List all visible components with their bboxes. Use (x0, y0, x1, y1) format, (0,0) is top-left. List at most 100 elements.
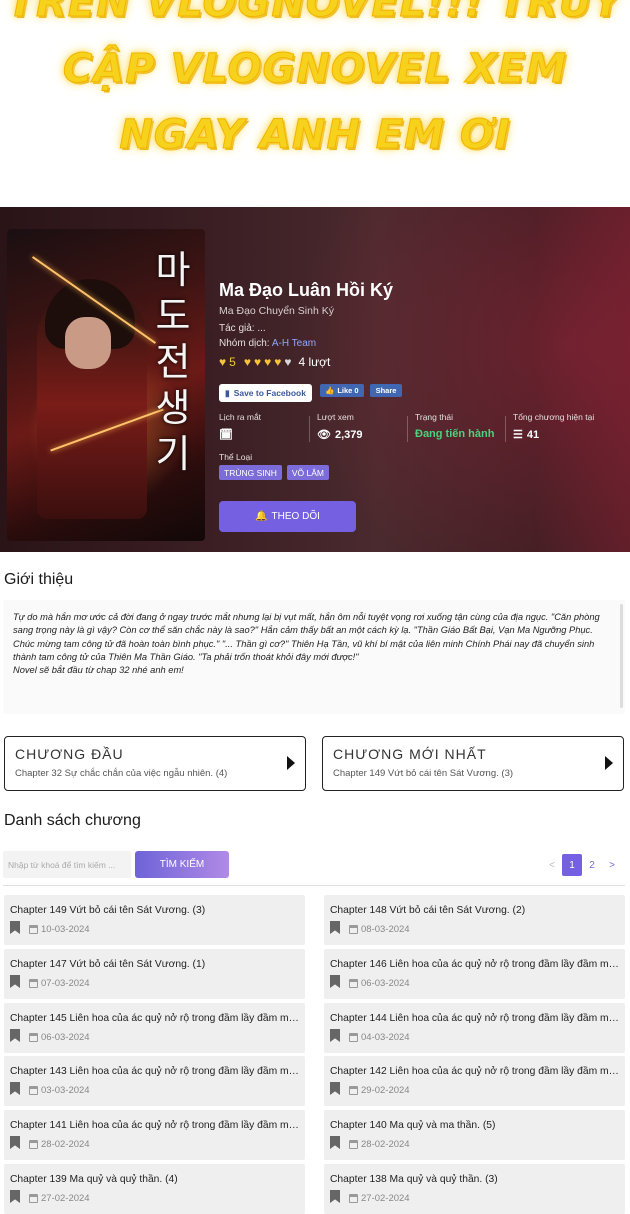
chapter-search-input[interactable] (3, 851, 131, 878)
chapter-date: 28-02-2024 (361, 1139, 410, 1150)
chapter-item[interactable]: Chapter 141 Liên hoa của ác quỷ nở rộ tr… (4, 1110, 305, 1160)
rating-heart-3[interactable]: ♥ (264, 355, 271, 369)
arrow-right-icon (605, 756, 613, 770)
views-value: 2,379 (334, 428, 363, 441)
group-link[interactable]: A-H Team (272, 338, 316, 349)
chapter-item[interactable]: Chapter 142 Liên hoa của ác quỷ nở rộ tr… (324, 1056, 625, 1106)
facebook-like-button[interactable]: 👍 Like 0 (319, 384, 364, 397)
calendar-icon (29, 979, 38, 988)
cover-image[interactable]: 마도전생기 (7, 229, 205, 541)
calendar-icon (349, 1194, 358, 1203)
chapter-date: 10-03-2024 (41, 924, 90, 935)
bookmark-icon[interactable] (330, 1190, 340, 1203)
rating-heart-4[interactable]: ♥ (274, 355, 281, 369)
pagination-page-1[interactable]: 1 (562, 854, 582, 876)
group-label: Nhóm dịch: (219, 338, 270, 349)
rating-heart-2[interactable]: ♥ (254, 355, 261, 369)
pagination-page-2[interactable]: 2 (582, 854, 602, 876)
chapter-item[interactable]: Chapter 148 Vứt bỏ cái tên Sát Vương. (2… (324, 895, 625, 945)
author-line: Tác giả: ... (219, 323, 266, 334)
rating-score: 5 (229, 355, 236, 369)
calendar-icon (349, 1033, 358, 1042)
chapter-date: 07-03-2024 (41, 978, 90, 989)
chapter-item[interactable]: Chapter 139 Ma quỷ và quỷ thần. (4) 27-0… (4, 1164, 305, 1214)
bell-icon: 🔔 (255, 511, 268, 522)
bookmark-icon[interactable] (330, 975, 340, 988)
latest-chapter-title: Chapter 149 Vứt bỏ cái tên Sát Vương. (3… (333, 768, 514, 779)
calendar-icon (349, 1086, 358, 1095)
chapter-date: 29-02-2024 (361, 1085, 410, 1096)
manga-info: Ma Đạo Luân Hồi Ký Ma Đạo Chuyển Sinh Ký… (219, 207, 624, 552)
chapter-date: 04-03-2024 (361, 1032, 410, 1043)
manga-alt-title: Ma Đạo Chuyển Sinh Ký (219, 305, 334, 317)
chapter-date: 06-03-2024 (361, 978, 410, 989)
bookmark-icon[interactable] (10, 1190, 20, 1203)
intro-heading: Giới thiệu (4, 571, 74, 588)
pagination-next[interactable]: > (602, 854, 622, 876)
rating-heart-1[interactable]: ♥ (244, 355, 251, 369)
facebook-share-button[interactable]: Share (369, 384, 403, 397)
social-buttons: ▮ Save to Facebook 👍 Like 0 Share (219, 384, 403, 402)
chapter-list-heading: Danh sách chương (4, 812, 141, 829)
genre-tag[interactable]: VÕ LÂM (286, 465, 330, 480)
calendar-icon (29, 1194, 38, 1203)
follow-button[interactable]: 🔔 THEO DÕI (219, 501, 356, 532)
save-to-facebook-button[interactable]: ▮ Save to Facebook (219, 384, 312, 402)
search-button[interactable]: TÌM KIẾM (135, 851, 229, 878)
promo-line-3: NGAY ANH EM ƠI (119, 112, 511, 159)
bookmark-icon[interactable] (10, 921, 20, 934)
chapter-item[interactable]: Chapter 146 Liên hoa của ác quỷ nở rộ tr… (324, 949, 625, 999)
chapter-title: Chapter 143 Liên hoa của ác quỷ nở rộ tr… (10, 1066, 300, 1077)
bookmark-icon[interactable] (10, 975, 20, 988)
chapter-title: Chapter 140 Ma quỷ và ma thần. (5) (330, 1120, 496, 1131)
first-chapter-button[interactable]: CHƯƠNG ĐẦU Chapter 32 Sự chắc chắn của v… (4, 736, 306, 791)
promo-line-2: CẬP VLOGNOVEL XEM (62, 46, 568, 93)
manga-hero: 마도전생기 Ma Đạo Luân Hồi Ký Ma Đạo Chuyển S… (0, 207, 630, 552)
bookmark-icon[interactable] (10, 1029, 20, 1042)
chapter-item[interactable]: Chapter 149 Vứt bỏ cái tên Sát Vương. (3… (4, 895, 305, 945)
eye-icon: 👁 (317, 429, 331, 441)
genre-tag[interactable]: TRÙNG SINH (219, 465, 282, 480)
chapter-date: 03-03-2024 (41, 1085, 90, 1096)
genre-label: Thể Loại (219, 452, 253, 462)
bookmark-icon[interactable] (330, 1029, 340, 1042)
intro-scrollbar[interactable] (620, 604, 623, 708)
chapter-item[interactable]: Chapter 145 Liên hoa của ác quỷ nở rộ tr… (4, 1003, 305, 1053)
total-chapters-label: Tổng chương hiện tại (513, 412, 595, 422)
first-chapter-title: Chapter 32 Sự chắc chắn của việc ngẫu nh… (15, 768, 228, 779)
chapter-item[interactable]: Chapter 138 Ma quỷ và quỷ thần. (3) 27-0… (324, 1164, 625, 1214)
rating-heart-5[interactable]: ♥ (284, 355, 291, 369)
chapter-item[interactable]: Chapter 140 Ma quỷ và ma thần. (5) 28-02… (324, 1110, 625, 1160)
rating: ♥ 5 ♥ ♥ ♥ ♥ ♥ 4 lượt (219, 355, 330, 369)
status-label: Trạng thái (415, 412, 453, 422)
bookmark-icon[interactable] (10, 1136, 20, 1149)
bookmark-icon[interactable] (330, 921, 340, 934)
pagination-prev[interactable]: < (542, 854, 562, 876)
group-line: Nhóm dịch: A-H Team (219, 338, 316, 349)
promo-line-1: TRÊN VLOGNOVEL!!! TRUY (7, 0, 623, 27)
bookmark-icon[interactable] (10, 1082, 20, 1095)
status-value: Đang tiến hành (415, 428, 495, 440)
save-to-facebook-label: Save to Facebook (233, 388, 306, 398)
bookmark-icon[interactable] (330, 1136, 340, 1149)
release-label: Lịch ra mắt (219, 412, 262, 422)
stat-release: Lịch ra mắt 🗓 (219, 412, 317, 446)
chapter-item[interactable]: Chapter 144 Liên hoa của ác quỷ nở rộ tr… (324, 1003, 625, 1053)
follow-label: THEO DÕI (271, 511, 320, 522)
chapter-date: 27-02-2024 (41, 1193, 90, 1204)
bookmark-icon[interactable] (330, 1082, 340, 1095)
chapter-item[interactable]: Chapter 143 Liên hoa của ác quỷ nở rộ tr… (4, 1056, 305, 1106)
latest-chapter-label: CHƯƠNG MỚI NHẤT (333, 746, 487, 762)
chapter-title: Chapter 141 Liên hoa của ác quỷ nở rộ tr… (10, 1120, 300, 1131)
chapter-title: Chapter 146 Liên hoa của ác quỷ nở rộ tr… (330, 959, 620, 970)
calendar-icon (349, 925, 358, 934)
chapter-item[interactable]: Chapter 147 Vứt bỏ cái tên Sát Vương. (1… (4, 949, 305, 999)
bookmark-icon: ▮ (225, 387, 230, 398)
latest-chapter-button[interactable]: CHƯƠNG MỚI NHẤT Chapter 149 Vứt bỏ cái t… (322, 736, 624, 791)
intro-paragraph: Tự do mà hắn mơ ước cả đời đang ở ngay t… (13, 612, 600, 662)
calendar-icon (29, 1086, 38, 1095)
cover-face (65, 317, 111, 369)
list-icon: ☰ (513, 429, 523, 441)
chapter-title: Chapter 148 Vứt bỏ cái tên Sát Vương. (2… (330, 905, 526, 916)
intro-note: Novel sẽ bắt đầu từ chap 32 nhé anh em! (13, 665, 184, 676)
